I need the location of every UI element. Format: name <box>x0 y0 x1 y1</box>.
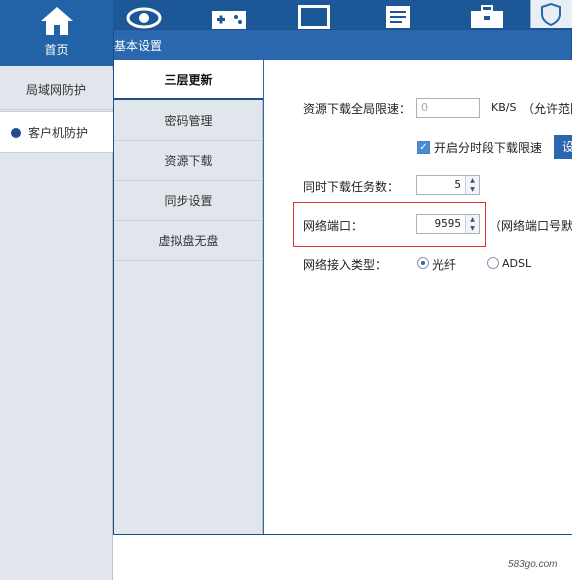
window-icon[interactable] <box>298 5 330 29</box>
tab-password-management[interactable]: 密码管理 <box>114 101 263 141</box>
chevron-down-icon[interactable]: ▼ <box>466 185 479 194</box>
radio-adsl-label: ADSL <box>502 257 532 270</box>
nav-home-button[interactable]: 首页 <box>0 0 113 66</box>
document-icon[interactable] <box>385 5 411 29</box>
settings-dialog: 基本设置 三层更新 密码管理 资源下载 同步设置 虚拟盘无盘 资源下载全局限速：… <box>113 29 572 535</box>
sidebar-item-label: 局域网防护 <box>26 83 87 97</box>
left-sidebar: 局域网防护 客户机防护 <box>0 66 113 580</box>
stepper-arrows[interactable]: ▲ ▼ <box>465 215 479 233</box>
sidebar-item-label: 客户机防护 <box>28 126 89 140</box>
port-stepper[interactable]: 9595 ▲ ▼ <box>416 214 480 234</box>
radio-fiber[interactable] <box>417 257 429 269</box>
tab-virtual-disk[interactable]: 虚拟盘无盘 <box>114 221 263 261</box>
port-hint: （网络端口号默认 <box>489 219 572 233</box>
sidebar-item-client-protection[interactable]: 客户机防护 <box>0 111 113 153</box>
set-schedule-button[interactable]: 设 <box>554 135 572 159</box>
selected-dot-icon <box>11 128 21 138</box>
global-speed-input[interactable]: 0 <box>416 98 480 118</box>
eye-icon[interactable] <box>126 4 162 30</box>
nav-security-tab[interactable] <box>530 0 572 28</box>
concurrent-tasks-stepper[interactable]: 5 ▲ ▼ <box>416 175 480 195</box>
global-speed-label: 资源下载全局限速： <box>303 102 412 116</box>
timed-limit-label: 开启分时段下载限速 <box>434 141 543 155</box>
tab-sync-settings[interactable]: 同步设置 <box>114 181 263 221</box>
chevron-down-icon[interactable]: ▼ <box>466 224 479 233</box>
concurrent-tasks-label: 同时下载任务数： <box>303 180 400 194</box>
port-value: 9595 <box>434 217 462 230</box>
chevron-up-icon[interactable]: ▲ <box>466 215 479 224</box>
nav-home-label: 首页 <box>44 43 69 57</box>
dialog-content: 资源下载全局限速： 0 KB/S （允许范围 ✓ 开启分时段下载限速 设 同时下… <box>264 60 572 534</box>
shield-icon <box>541 2 561 26</box>
home-icon <box>41 7 73 35</box>
toolbox-icon[interactable] <box>470 5 504 29</box>
speed-unit-label: KB/S <box>491 101 517 114</box>
tab-resource-download[interactable]: 资源下载 <box>114 141 263 181</box>
concurrent-tasks-value: 5 <box>454 178 461 191</box>
access-type-label: 网络接入类型： <box>303 258 388 272</box>
stepper-arrows[interactable]: ▲ ▼ <box>465 176 479 194</box>
chevron-up-icon[interactable]: ▲ <box>466 176 479 185</box>
port-label: 网络端口： <box>303 219 364 233</box>
speed-range-hint: （允许范围 <box>522 102 572 116</box>
timed-limit-checkbox[interactable]: ✓ <box>417 141 430 154</box>
watermark: 583go.com <box>508 559 558 570</box>
gamepad-icon[interactable] <box>211 10 247 30</box>
dialog-title: 基本设置 <box>114 39 163 53</box>
radio-adsl[interactable] <box>487 257 499 269</box>
dialog-tab-list: 三层更新 密码管理 资源下载 同步设置 虚拟盘无盘 <box>114 60 263 534</box>
radio-fiber-label: 光纤 <box>432 258 457 272</box>
tab-three-layer-update[interactable]: 三层更新 <box>114 60 263 100</box>
sidebar-item-lan-protection[interactable]: 局域网防护 <box>0 70 113 110</box>
